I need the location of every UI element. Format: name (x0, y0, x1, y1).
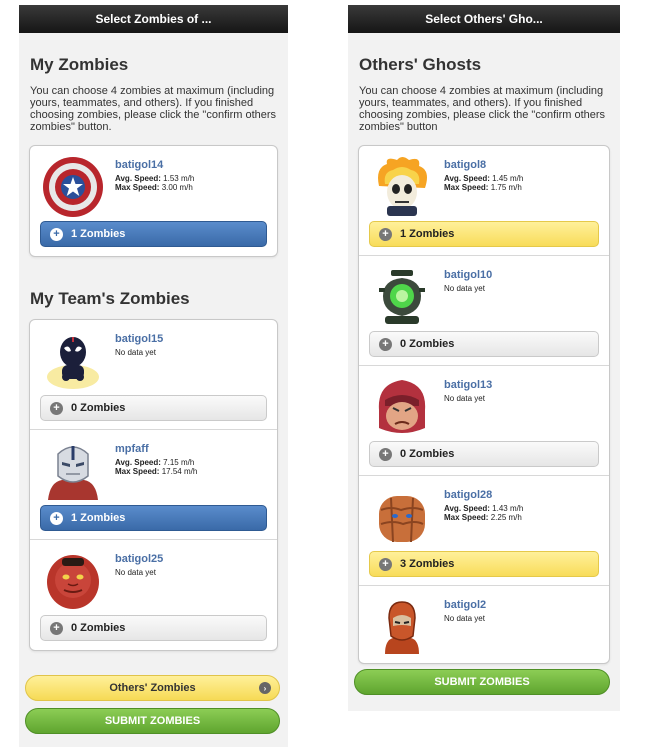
zombie-status: No data yet (115, 568, 156, 577)
list-item: mpfaff Avg. Speed: 7.15 m/h Max Speed: 1… (30, 430, 277, 540)
plus-icon: + (50, 227, 63, 241)
ironman-icon (42, 440, 104, 502)
ghost-status: No data yet (444, 284, 485, 293)
list-item: batigol28 Avg. Speed: 1.43 m/h Max Speed… (359, 476, 609, 586)
my-zombies-list: batigol14 Avg. Speed: 1.53 m/h Max Speed… (29, 145, 278, 257)
magneto-icon (371, 376, 433, 438)
zombie-count-button[interactable]: + 0 Zombies (40, 395, 267, 421)
ghost-name[interactable]: batigol28 (444, 489, 492, 501)
team-zombies-title: My Team's Zombies (30, 289, 190, 308)
list-item: batigol25 No data yet + 0 Zombies (30, 540, 277, 650)
list-item: batigol14 Avg. Speed: 1.53 m/h Max Speed… (30, 146, 277, 256)
ghost-count-button[interactable]: + 1 Zombies (369, 221, 599, 247)
ghost-count-button[interactable]: + 0 Zombies (369, 441, 599, 467)
ghost-name[interactable]: batigol2 (444, 599, 486, 611)
plus-icon: + (379, 557, 392, 571)
plus-icon: + (50, 401, 63, 415)
ghost-rider-icon (371, 156, 433, 218)
list-item: batigol10 No data yet + 0 Zombies (359, 256, 609, 366)
zombie-name[interactable]: batigol14 (115, 159, 163, 171)
plus-icon: + (50, 621, 63, 635)
instructions: You can choose 4 zombies at maximum (inc… (359, 85, 606, 133)
captain-shield-icon (42, 156, 104, 218)
plus-icon: + (50, 511, 63, 525)
ghost-stats: Avg. Speed: 1.43 m/h Max Speed: 2.25 m/h (444, 504, 524, 522)
topbar: Select Zombies of ... (19, 5, 288, 33)
ghost-stats: Avg. Speed: 1.45 m/h Max Speed: 1.75 m/h (444, 174, 524, 192)
list-item: batigol8 Avg. Speed: 1.45 m/h Max Speed:… (359, 146, 609, 256)
chevron-right-icon: › (259, 682, 271, 694)
ghost-count-button[interactable]: + 0 Zombies (369, 331, 599, 357)
left-screen: Select Zombies of ... My Zombies You can… (19, 5, 288, 747)
ultron-icon (371, 596, 433, 658)
zombie-status: No data yet (115, 348, 156, 357)
list-item: batigol2 No data yet (359, 586, 609, 663)
topbar-title: Select Zombies of ... (95, 12, 212, 26)
ghost-count-button[interactable]: + 3 Zombies (369, 551, 599, 577)
others-zombies-button[interactable]: Others' Zombies › (25, 675, 280, 701)
zombie-name[interactable]: mpfaff (115, 443, 149, 455)
zombie-name[interactable]: batigol25 (115, 553, 163, 565)
zombie-stats: Avg. Speed: 7.15 m/h Max Speed: 17.54 m/… (115, 458, 198, 476)
green-lantern-icon (371, 266, 433, 328)
my-zombies-title: My Zombies (30, 55, 129, 74)
right-screen: Select Others' Gho... Others' Ghosts You… (348, 5, 620, 711)
team-zombies-list: batigol15 No data yet + 0 Zombies mpfaff (29, 319, 278, 651)
ghost-name[interactable]: batigol10 (444, 269, 492, 281)
submit-zombies-button[interactable]: SUBMIT ZOMBIES (25, 708, 280, 734)
thing-icon (371, 486, 433, 548)
others-ghosts-list: batigol8 Avg. Speed: 1.45 m/h Max Speed:… (358, 145, 610, 664)
spiderman-icon (42, 330, 104, 392)
ghost-name[interactable]: batigol13 (444, 379, 492, 391)
zombie-count-button[interactable]: + 0 Zombies (40, 615, 267, 641)
instructions: You can choose 4 zombies at maximum (inc… (30, 85, 277, 133)
list-item: batigol13 No data yet + 0 Zombies (359, 366, 609, 476)
list-item: batigol15 No data yet + 0 Zombies (30, 320, 277, 430)
topbar: Select Others' Gho... (348, 5, 620, 33)
zombie-stats: Avg. Speed: 1.53 m/h Max Speed: 3.00 m/h (115, 174, 195, 192)
zombie-name[interactable]: batigol15 (115, 333, 163, 345)
others-ghosts-title: Others' Ghosts (359, 55, 482, 74)
plus-icon: + (379, 337, 392, 351)
submit-zombies-button[interactable]: SUBMIT ZOMBIES (354, 669, 610, 695)
topbar-title: Select Others' Gho... (425, 12, 543, 26)
ghost-status: No data yet (444, 394, 485, 403)
zombie-count-button[interactable]: + 1 Zombies (40, 221, 267, 247)
ghost-status: No data yet (444, 614, 485, 623)
hellboy-icon (42, 550, 104, 612)
plus-icon: + (379, 447, 392, 461)
zombie-count-button[interactable]: + 1 Zombies (40, 505, 267, 531)
plus-icon: + (379, 227, 392, 241)
ghost-name[interactable]: batigol8 (444, 159, 486, 171)
